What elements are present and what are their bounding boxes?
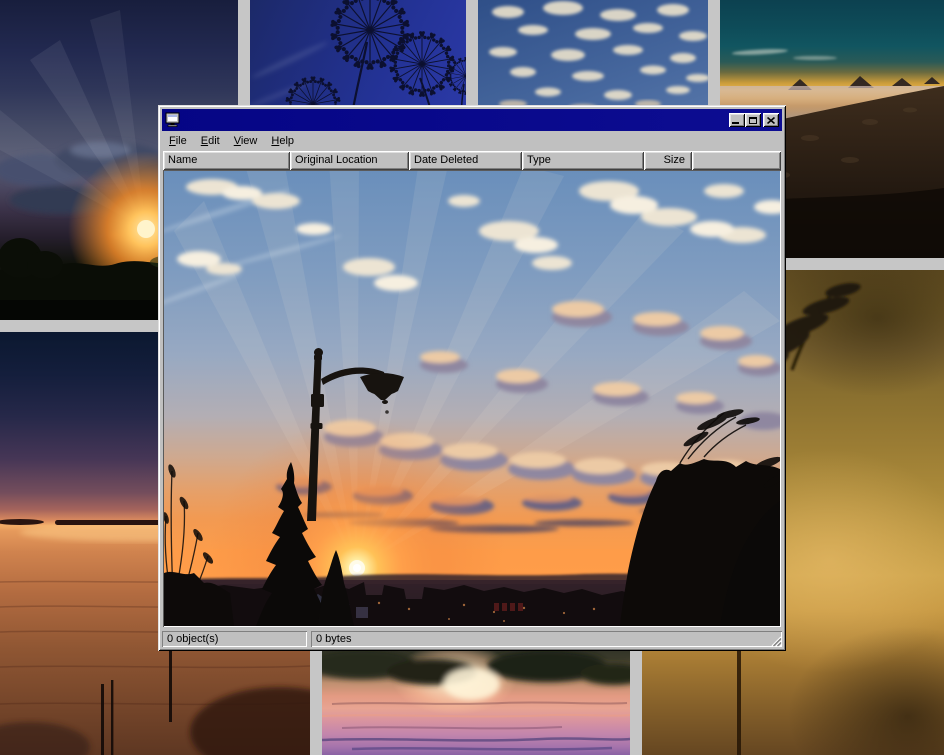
column-header-blank[interactable] bbox=[692, 151, 781, 170]
sunset-photo bbox=[164, 171, 780, 626]
column-headers: Name Original Location Date Deleted Type… bbox=[163, 151, 781, 170]
close-icon bbox=[767, 117, 775, 124]
menu-item-view[interactable]: View bbox=[227, 133, 265, 149]
menu-item-help[interactable]: Help bbox=[264, 133, 301, 149]
status-bar: 0 object(s) 0 bytes bbox=[162, 629, 782, 647]
menu-item-file[interactable]: File bbox=[162, 133, 194, 149]
list-view-empty[interactable] bbox=[163, 170, 781, 627]
column-header-name[interactable]: Name bbox=[163, 151, 290, 170]
computer-monitor-icon bbox=[165, 112, 181, 128]
resize-grip[interactable] bbox=[769, 634, 782, 647]
titlebar[interactable] bbox=[162, 109, 782, 131]
menu-bar: File Edit View Help bbox=[162, 131, 782, 151]
close-button[interactable] bbox=[763, 113, 779, 127]
maximize-icon bbox=[749, 117, 757, 124]
maximize-button[interactable] bbox=[745, 113, 761, 127]
status-objects: 0 object(s) bbox=[162, 631, 307, 647]
column-header-original-location[interactable]: Original Location bbox=[290, 151, 409, 170]
status-bytes: 0 bytes bbox=[311, 631, 782, 647]
column-header-date-deleted[interactable]: Date Deleted bbox=[409, 151, 522, 170]
recycle-bin-window: File Edit View Help Name Original Locati… bbox=[158, 105, 786, 651]
minimize-button[interactable] bbox=[729, 113, 745, 127]
column-header-type[interactable]: Type bbox=[522, 151, 644, 170]
minimize-icon bbox=[732, 122, 739, 124]
menu-item-edit[interactable]: Edit bbox=[194, 133, 227, 149]
application-icon bbox=[165, 112, 181, 128]
desktop: File Edit View Help Name Original Locati… bbox=[0, 0, 944, 755]
column-header-size[interactable]: Size bbox=[644, 151, 692, 170]
window-title bbox=[184, 112, 729, 128]
